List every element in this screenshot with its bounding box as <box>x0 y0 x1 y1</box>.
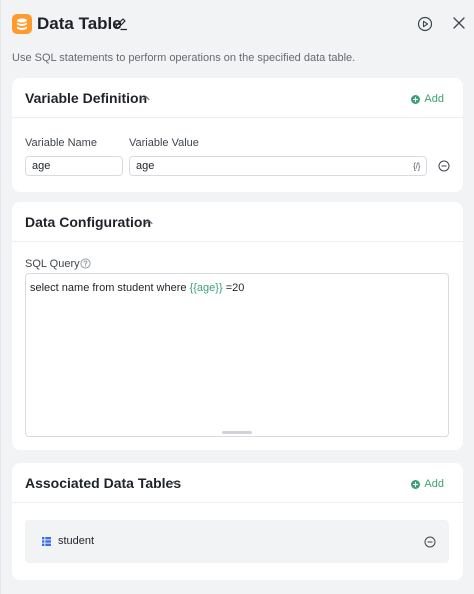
data-table-panel: Data Table Use SQL statements to perform… <box>0 0 474 594</box>
close-icon[interactable] <box>452 16 466 30</box>
variable-insert-icon[interactable]: {/} <box>413 157 421 175</box>
plus-icon <box>411 94 421 104</box>
variable-definition-card: Variable Definition Add Variable Name Va… <box>12 78 463 192</box>
add-table-label: Add <box>424 478 444 490</box>
database-icon <box>12 14 32 34</box>
variable-name-input[interactable]: age <box>25 156 123 176</box>
add-table-button[interactable]: Add <box>411 476 444 492</box>
variable-value-text: age <box>136 160 155 172</box>
sql-query-label: SQL Query <box>25 258 80 270</box>
sql-query-text: select name from student where {{age}} =… <box>30 281 244 295</box>
sql-text-prefix: select name from student where <box>30 282 190 294</box>
associated-data-tables-card: Associated Data Tables Add student <box>12 463 463 580</box>
add-variable-button[interactable]: Add <box>411 91 444 107</box>
chevron-up-icon[interactable] <box>141 93 151 103</box>
panel-description: Use SQL statements to perform operations… <box>12 52 356 64</box>
variable-value-label: Variable Value <box>129 137 199 149</box>
data-configuration-title: Data Configuration <box>25 214 151 230</box>
sql-query-editor[interactable]: select name from student where {{age}} =… <box>25 273 449 437</box>
remove-table-icon[interactable] <box>424 536 436 548</box>
add-variable-label: Add <box>424 93 444 105</box>
list-item[interactable]: student <box>25 520 449 563</box>
variable-name-label: Variable Name <box>25 137 97 149</box>
associated-data-tables-title: Associated Data Tables <box>25 475 182 491</box>
variable-definition-header: Variable Definition Add <box>12 78 463 118</box>
table-grid-icon <box>42 537 51 546</box>
sql-text-suffix: =20 <box>222 282 245 294</box>
pencil-icon[interactable] <box>114 17 128 31</box>
variable-value-input[interactable]: age {/} <box>129 156 427 176</box>
data-configuration-header: Data Configuration <box>12 202 463 242</box>
associated-data-tables-header: Associated Data Tables Add <box>12 463 463 503</box>
table-name: student <box>58 535 95 547</box>
chevron-up-icon[interactable] <box>169 478 179 488</box>
panel-header: Data Table Use SQL statements to perform… <box>1 0 474 80</box>
editor-resize-handle[interactable] <box>222 431 252 434</box>
help-icon[interactable] <box>80 258 91 269</box>
plus-icon <box>411 479 421 489</box>
sql-variable-token: {{age}} <box>189 282 223 294</box>
variable-definition-title: Variable Definition <box>25 90 148 106</box>
remove-variable-icon[interactable] <box>438 160 450 172</box>
play-circle-icon[interactable] <box>417 16 433 32</box>
page-title: Data Table <box>37 14 122 33</box>
chevron-up-icon[interactable] <box>144 217 154 227</box>
data-configuration-card: Data Configuration SQL Query select name… <box>12 202 463 450</box>
